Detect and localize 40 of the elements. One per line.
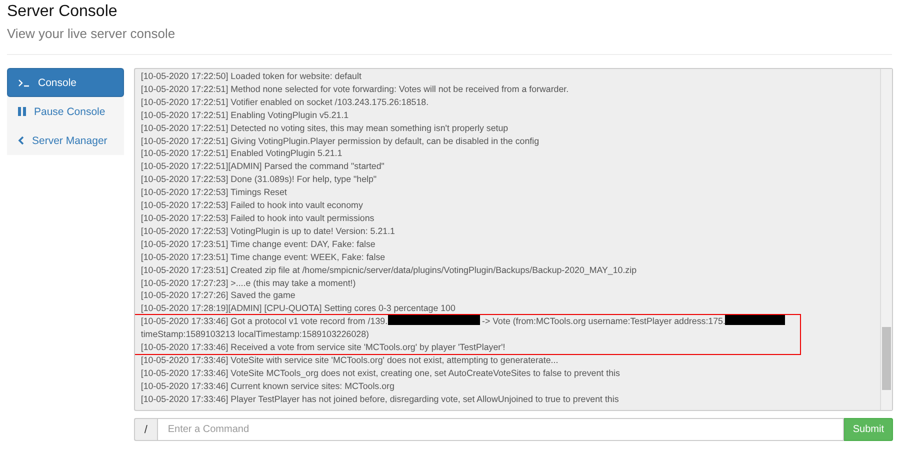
log-line: [10-05-2020 17:33:46] VoteSite MCTools_org does not exist, creating one, set AutoCreateVoteSites to false to prevent this xyxy=(140,366,621,380)
page-subtitle: View your live server console xyxy=(7,26,176,42)
log-line: [10-05-2020 17:22:53] Done (31.089s)! For help, type "help" xyxy=(140,173,378,186)
log-line: [10-05-2020 17:22:53] Timings Reset xyxy=(140,186,288,200)
log-line: [10-05-2020 17:23:51] Time change event: WEEK, Fake: false xyxy=(140,250,386,264)
log-line: [10-05-2020 17:22:51] Method none selected for vote forwarding: Votes will not be received from a forwarder. xyxy=(140,82,570,96)
log-line: [10-05-2020 17:23:51] Created zip file at /home/smpicnic/server/data/plugins/VotingPlugin/Backups/Backup-2020_MAY_10.zip xyxy=(140,264,638,276)
log-line: [10-05-2020 17:22:51] Enabling VotingPlugin v5.21.1 xyxy=(140,108,350,122)
log-line: [10-05-2020 17:22:53] Failed to hook into vault permissions xyxy=(140,212,376,225)
log-line: [10-05-2020 17:22:51] Votifier enabled on socket /103.243.175.26:18518. xyxy=(140,96,430,109)
log-line: [10-05-2020 17:33:46] VoteSite with service site 'MCTools.org' does not exist, attempting to generaterate... xyxy=(140,354,560,367)
log-line: [10-05-2020 17:22:53] VotingPlugin is up to date! Version: 5.21.1 xyxy=(140,224,396,238)
log-text: [10-05-2020 17:33:46] Got a protocol v1 vote record from /139. xyxy=(140,316,388,326)
chevron-left-icon xyxy=(18,136,24,145)
log-line: [10-05-2020 17:22:50] Loaded token for website: default xyxy=(140,70,362,83)
log-text: timeStamp:1589103213 localTimestamp:1589103226028) xyxy=(140,329,369,340)
sidebar-item[interactable]: Pause Console xyxy=(7,97,124,126)
command-field[interactable]: Enter a Command xyxy=(156,418,844,441)
log-line: [10-05-2020 17:33:46] Current known service sites: MCTools.org xyxy=(140,380,396,393)
log-line: [10-05-2020 17:23:51] Time change event: DAY, Fake: false xyxy=(140,238,376,251)
log-line: [10-05-2020 17:28:19][ADMIN] [CPU-QUOTA] Setting cores 0-3 percentage 100 xyxy=(140,302,456,316)
log-line: [10-05-2020 17:22:51] Enabled VotingPlugin 5.21.1 xyxy=(140,147,344,160)
scrollbar[interactable] xyxy=(880,69,892,410)
terminal-icon xyxy=(18,78,30,86)
log-line: [10-05-2020 17:22:51] Giving VotingPlugin.Player permission by default, can be disabled in the config xyxy=(140,134,540,148)
sidebar-item[interactable]: Server Manager xyxy=(7,126,124,155)
page-title: Server Console xyxy=(7,2,118,22)
log-line: [10-05-2020 17:22:53] Failed to hook into vault economy xyxy=(140,199,364,212)
submit-button[interactable]: Submit xyxy=(844,418,893,441)
sidebar-item[interactable]: Console xyxy=(7,68,124,97)
log-line: [10-05-2020 17:22:51][ADMIN] Parsed the command "started" xyxy=(140,160,386,174)
log-line: [10-05-2020 17:33:46] Received a vote from service site 'MCTools.org' by player 'TestPlayer'! xyxy=(140,341,506,354)
log-line: [10-05-2020 17:27:23] >....e (this may take a moment!) xyxy=(140,276,357,290)
redaction-bar xyxy=(725,315,786,326)
log-line: [10-05-2020 17:22:51] Detected no voting sites, this may mean something isn't properly setup xyxy=(140,122,510,135)
log-line: [10-05-2020 17:33:46] Player TestPlayer has not joined before, disregarding vote, set AllowUnjoined to true to prevent this xyxy=(140,392,620,406)
command-prefix: / xyxy=(134,418,157,441)
log-text: -> Vote (from:MCTools.org username:TestPlayer address:175. xyxy=(481,316,726,326)
log-line: [10-05-2020 17:27:26] Saved the game xyxy=(140,289,296,302)
pause-icon xyxy=(18,107,26,116)
